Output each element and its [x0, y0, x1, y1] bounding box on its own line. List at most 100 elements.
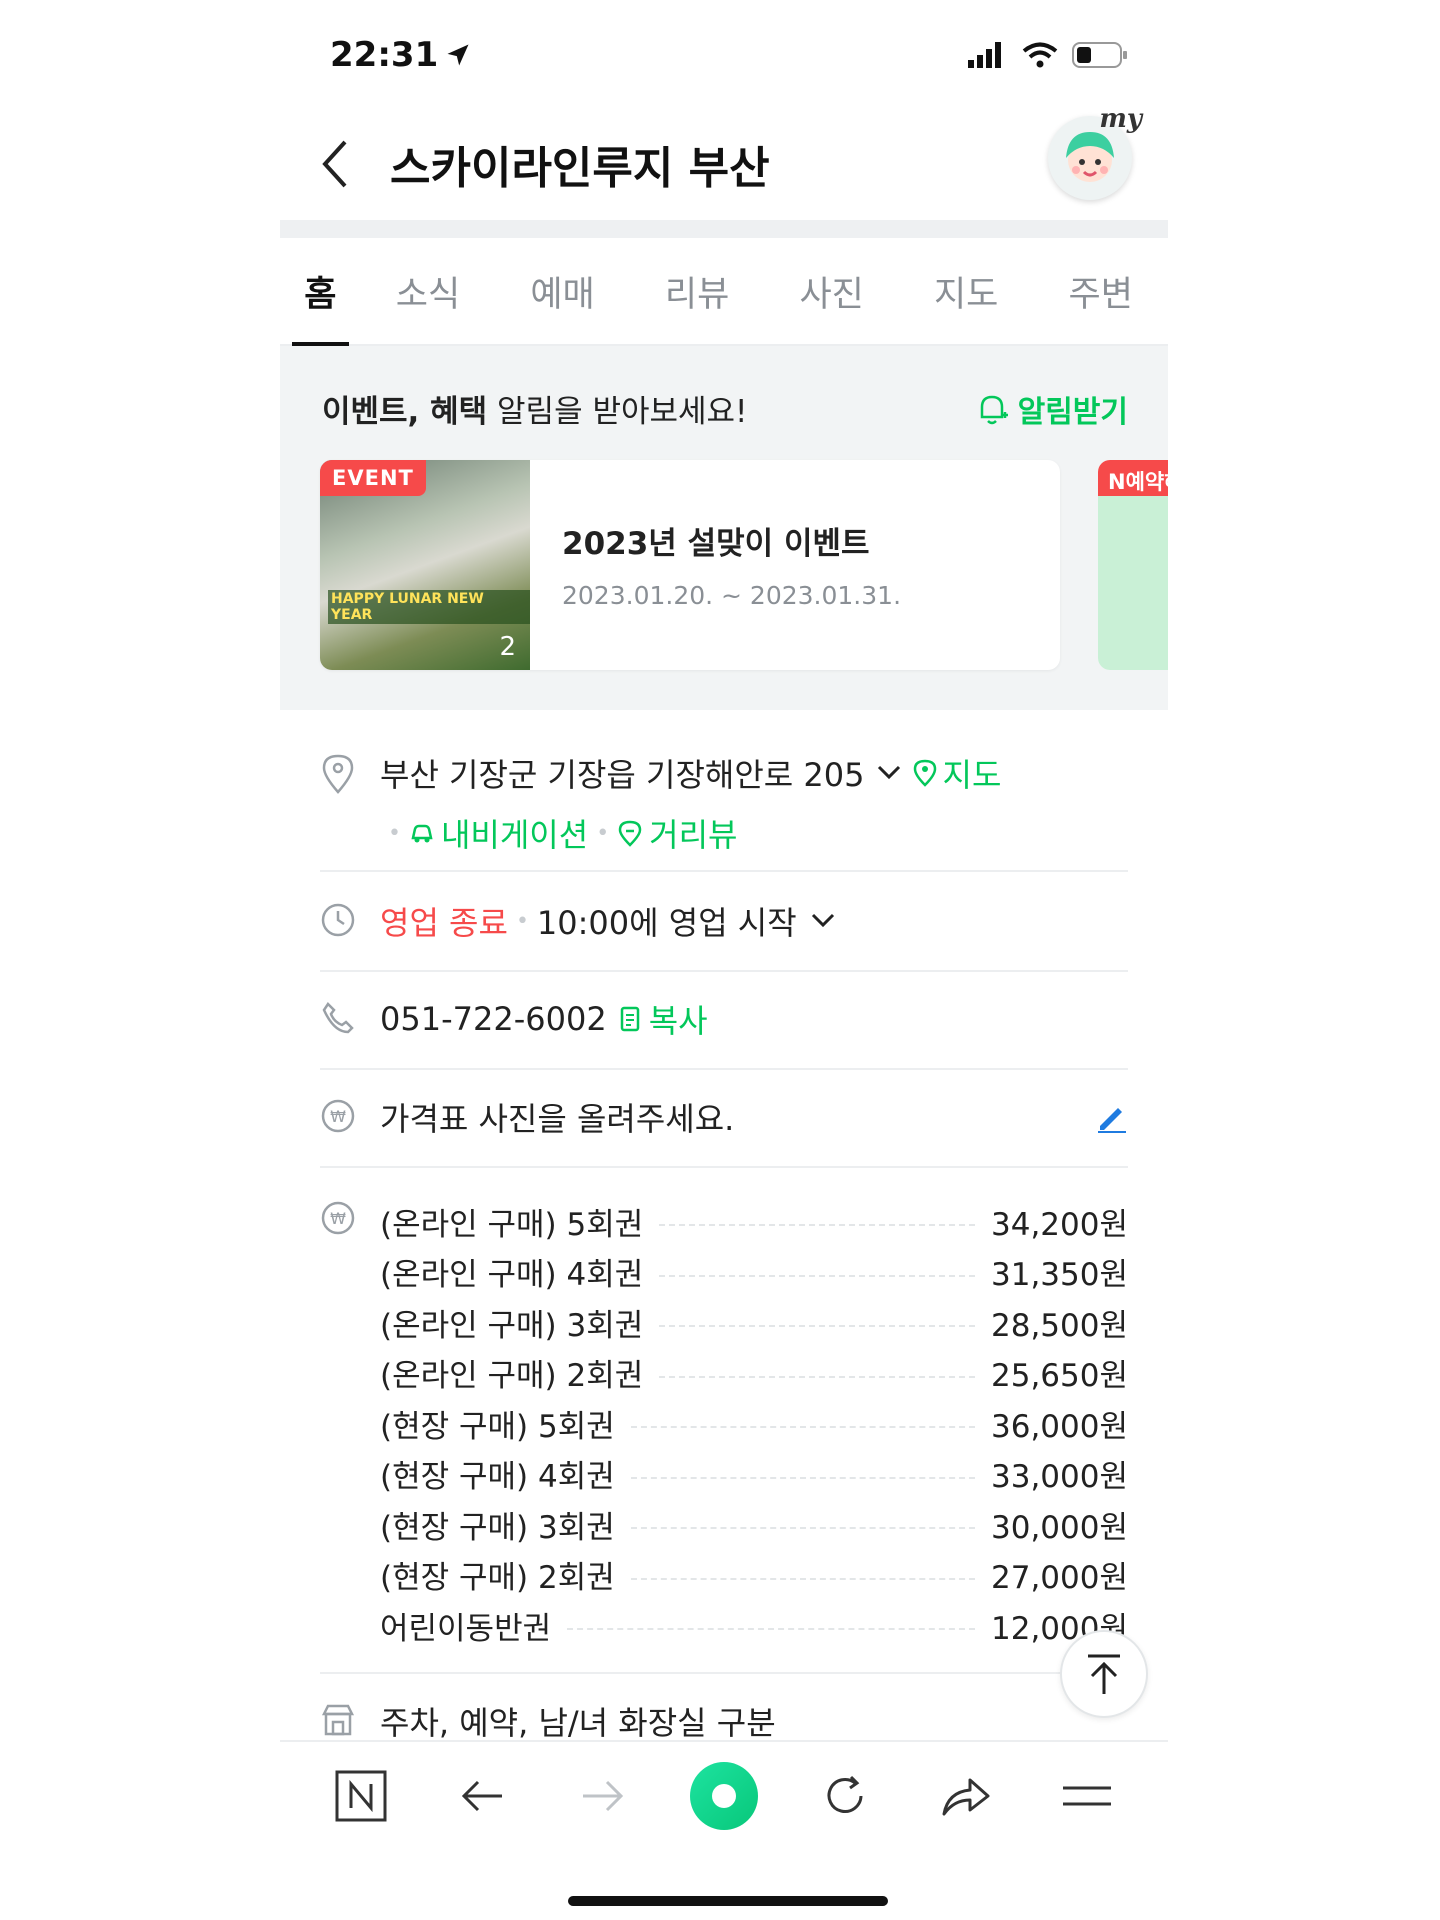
- won-icon: ₩: [321, 1099, 355, 1133]
- phone-screen: 22:31 스카이라인루지 부산 my 홈 소식 예매 리뷰 사진 지도 주변 …: [280, 0, 1168, 1920]
- navigation-link[interactable]: 내비게이션: [409, 810, 588, 856]
- price-name: (온라인 구매) 4회권: [380, 1257, 644, 1294]
- facilities-text: 주차, 예약, 남/녀 화장실 구분: [380, 1704, 776, 1742]
- address-content: 부산 기장군 기장읍 기장해안로 205 지도 • 내비게이션 • 거리뷰: [380, 750, 1128, 856]
- price-photo-prompt: 가격표 사진을 올려주세요.: [380, 1100, 735, 1138]
- car-icon: [411, 824, 433, 843]
- page-title: 스카이라인루지 부산: [390, 143, 770, 194]
- menu-button[interactable]: [1042, 1751, 1132, 1841]
- scroll-to-top-button[interactable]: [1060, 1630, 1148, 1718]
- event-card-next[interactable]: N예약혜: [1098, 460, 1168, 670]
- my-avatar-button[interactable]: my: [1048, 104, 1142, 200]
- naver-home-button[interactable]: [316, 1751, 406, 1841]
- wifi-icon: [1022, 42, 1058, 68]
- hours-row[interactable]: 영업 종료 • 10:00에 영업 시작: [320, 872, 1128, 972]
- price-value: 25,650원: [991, 1358, 1128, 1395]
- home-indicator: [568, 1896, 888, 1906]
- menu-icon: [1063, 1786, 1112, 1806]
- tab-reviews[interactable]: 리뷰: [630, 238, 765, 344]
- copy-label: 복사: [648, 1002, 708, 1040]
- share-button[interactable]: [921, 1751, 1011, 1841]
- pencil-icon[interactable]: [1094, 1100, 1128, 1134]
- price-photo-content: 가격표 사진을 올려주세요.: [380, 1094, 1128, 1140]
- streetview-link[interactable]: 거리뷰: [617, 810, 738, 856]
- tab-news[interactable]: 소식: [361, 238, 496, 344]
- events-header: 이벤트, 혜택 알림을 받아보세요! 알림받기: [322, 386, 1128, 431]
- my-label: my: [1099, 104, 1142, 134]
- business-status: 영업 종료: [380, 904, 508, 942]
- map-pin-icon: [913, 759, 936, 787]
- price-name: (현장 구매) 5회권: [380, 1408, 615, 1445]
- price-list-row: ₩ (온라인 구매) 5회권 34,200원 (온라인 구매) 4회권 31,350…: [320, 1168, 1128, 1674]
- events-section: 이벤트, 혜택 알림을 받아보세요! 알림받기 EVENT HAPPY LUNA…: [280, 346, 1168, 710]
- browser-back-button[interactable]: [437, 1751, 527, 1841]
- price-value: 33,000원: [991, 1459, 1128, 1496]
- notify-label: 알림받기: [1017, 394, 1128, 430]
- navigation-link-label: 내비게이션: [440, 816, 589, 854]
- tab-nearby[interactable]: 주변: [1033, 238, 1168, 344]
- price-item: (현장 구매) 3회권 30,000원: [380, 1499, 1128, 1550]
- page-header: 스카이라인루지 부산 my: [280, 104, 1168, 218]
- price-value: 31,350원: [991, 1257, 1128, 1294]
- separator-dot: •: [515, 908, 529, 934]
- event-date: 2023.01.20. ~ 2023.01.31.: [562, 581, 902, 610]
- address-row: 부산 기장군 기장읍 기장해안로 205 지도 • 내비게이션 • 거리뷰: [320, 712, 1128, 872]
- refresh-button[interactable]: [800, 1751, 890, 1841]
- dotted-leader: [567, 1628, 975, 1631]
- event-badge: EVENT: [320, 460, 426, 496]
- map-link[interactable]: 지도: [913, 750, 1002, 796]
- location-arrow-icon: [447, 44, 469, 66]
- status-icons: [968, 41, 1128, 69]
- price-photo-row[interactable]: ₩ 가격표 사진을 올려주세요.: [320, 1070, 1128, 1168]
- dotted-leader: [630, 1527, 975, 1530]
- tab-photos[interactable]: 사진: [764, 238, 899, 344]
- copy-button[interactable]: 복사: [619, 996, 708, 1042]
- bell-plus-icon: [980, 395, 1008, 424]
- address-text: 부산 기장군 기장읍 기장해안로 205: [380, 756, 865, 794]
- signal-icon: [968, 42, 1001, 68]
- dotted-leader: [659, 1224, 975, 1227]
- svg-text:₩: ₩: [330, 1107, 346, 1126]
- green-dot-button[interactable]: [679, 1751, 769, 1841]
- battery-icon: [1072, 42, 1127, 68]
- dotted-leader: [630, 1577, 975, 1580]
- forward-arrow-icon: [582, 1780, 623, 1812]
- tab-booking[interactable]: 예매: [495, 238, 630, 344]
- tab-map[interactable]: 지도: [899, 238, 1034, 344]
- svg-text:₩: ₩: [330, 1209, 346, 1228]
- dotted-leader: [659, 1375, 975, 1378]
- refresh-icon: [827, 1775, 863, 1813]
- location-pin-icon: [322, 754, 354, 794]
- streetview-pin-icon: [618, 820, 642, 847]
- phone-number[interactable]: 051-722-6002: [380, 1000, 607, 1038]
- arrow-up-icon: [1088, 1654, 1120, 1694]
- back-button[interactable]: [280, 110, 390, 218]
- status-bar: 22:31: [330, 30, 1128, 80]
- chevron-down-icon[interactable]: [875, 763, 903, 783]
- browser-toolbar: [280, 1740, 1168, 1850]
- event-image-caption: HAPPY LUNAR NEW YEAR: [328, 590, 530, 624]
- event-image-next: [1098, 496, 1168, 670]
- price-item: 어린이동반권 12,000원: [380, 1600, 1128, 1651]
- dotted-leader: [630, 1426, 975, 1429]
- dotted-leader: [630, 1476, 975, 1479]
- price-name: (현장 구매) 4회권: [380, 1459, 615, 1496]
- event-card[interactable]: EVENT HAPPY LUNAR NEW YEAR 2 2023년 설맞이 이…: [320, 460, 1060, 670]
- price-list: (온라인 구매) 5회권 34,200원 (온라인 구매) 4회권 31,350원 …: [380, 1196, 1128, 1651]
- tab-home[interactable]: 홈: [280, 238, 361, 346]
- price-item: (온라인 구매) 4회권 31,350원: [380, 1247, 1128, 1298]
- browser-forward-button[interactable]: [558, 1751, 648, 1841]
- chevron-left-icon: [322, 140, 347, 188]
- price-name: (온라인 구매) 5회권: [380, 1206, 644, 1243]
- price-value: 30,000원: [991, 1509, 1128, 1546]
- map-link-label: 지도: [942, 756, 1002, 794]
- price-name: (현장 구매) 2회권: [380, 1560, 615, 1597]
- event-image: EVENT HAPPY LUNAR NEW YEAR 2: [320, 460, 530, 670]
- image-count: 2: [499, 632, 516, 662]
- price-item: (온라인 구매) 2회권 25,650원: [380, 1348, 1128, 1399]
- events-heading-rest: 알림을 받아보세요!: [487, 394, 748, 430]
- events-heading-bold: 이벤트, 혜택: [322, 394, 488, 430]
- notify-button[interactable]: 알림받기: [974, 387, 1128, 431]
- header-divider: [280, 220, 1168, 238]
- dotted-leader: [659, 1325, 975, 1328]
